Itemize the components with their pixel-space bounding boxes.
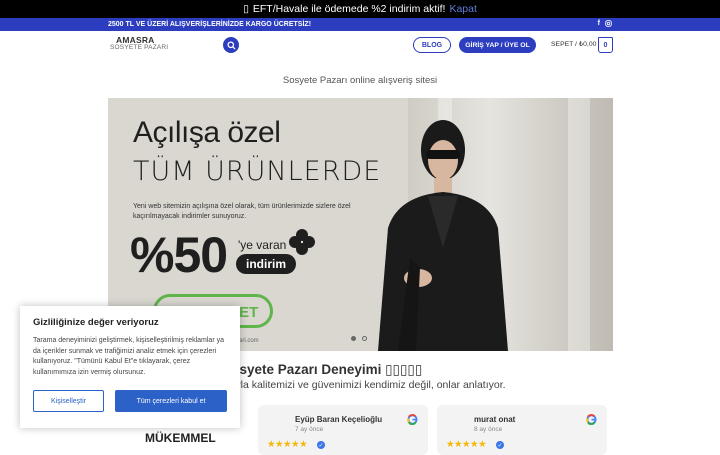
hero-ye-varan: 'ye varan <box>238 238 287 252</box>
cookie-customize-button[interactable]: Kişiselleştir <box>33 390 104 412</box>
verified-icon: ✓ <box>317 441 325 449</box>
cookie-accept-all-button[interactable]: Tüm çerezleri kabul et <box>115 390 227 412</box>
slider-dots <box>351 336 367 341</box>
search-icon <box>226 40 236 50</box>
logo-line2: SOSYETE PAZARI <box>110 44 169 51</box>
cookie-consent-dialog: Gizliliğinize değer veriyoruz Tarama den… <box>20 306 240 428</box>
google-icon <box>586 414 597 425</box>
google-icon <box>407 414 418 425</box>
verified-icon: ✓ <box>496 441 504 449</box>
social-links: f <box>598 20 612 29</box>
hero-model-image <box>378 120 508 351</box>
login-button[interactable]: GİRİŞ YAP / ÜYE OL <box>459 37 536 53</box>
blog-button[interactable]: BLOG <box>413 37 451 53</box>
review-stars: ★★★★★ <box>267 439 308 450</box>
hero-column-decor <box>568 98 590 351</box>
cart-total[interactable]: SEPET / ₺0,00 <box>551 40 596 48</box>
review-date: 8 ay önce <box>474 426 503 433</box>
hero-indirim-badge: indirim <box>236 254 296 274</box>
cart-count-badge[interactable]: 0 <box>598 37 613 53</box>
promo-text: 2500 TL VE ÜZERİ ALIŞVERİŞLERİNİZDE KARG… <box>108 21 312 28</box>
review-stars: ★★★★★ <box>446 439 487 450</box>
review-card: murat onat 8 ay önce ★★★★★ ✓ <box>437 405 607 455</box>
notice-close-link[interactable]: Kapat <box>449 3 476 15</box>
search-button[interactable] <box>223 37 239 53</box>
review-card: Eyüp Baran Keçelioğlu 7 ay önce ★★★★★ ✓ <box>258 405 428 455</box>
slider-dot[interactable] <box>351 336 356 341</box>
notice-icon: ▯ <box>243 3 249 15</box>
hero-discount-percent: %50 <box>130 227 228 283</box>
hero-headline: Açılışa özel <box>133 116 281 149</box>
hero-subheadline: TÜM ÜRÜNLERDE <box>133 156 382 187</box>
site-tagline: Sosyete Pazarı online alışveriş sitesi <box>282 75 438 86</box>
overall-rating-label: MÜKEMMEL <box>145 431 216 445</box>
emoji-boxes: ▯▯▯▯▯ <box>385 362 423 377</box>
clover-icon <box>289 229 315 255</box>
instagram-icon[interactable] <box>605 20 612 29</box>
review-date: 7 ay önce <box>295 426 324 433</box>
slider-dot[interactable] <box>362 336 367 341</box>
cookie-title: Gizliliğinize değer veriyoruz <box>33 317 159 328</box>
promo-bar: 2500 TL VE ÜZERİ ALIŞVERİŞLERİNİZDE KARG… <box>0 18 720 31</box>
site-header: AMASRA SOSYETE PAZARI BLOG GİRİŞ YAP / Ü… <box>0 31 720 61</box>
cookie-body: Tarama deneyiminizi geliştirmek, kişisel… <box>33 337 224 376</box>
notice-bar: ▯ EFT/Havale ile ödemede %2 indirim akti… <box>0 0 720 18</box>
reviewer-name: murat onat <box>474 415 516 424</box>
site-logo[interactable]: AMASRA SOSYETE PAZARI <box>110 35 168 51</box>
facebook-icon[interactable]: f <box>598 20 600 29</box>
hero-description: Yeni web sitemizin açılışına özel olarak… <box>133 203 351 220</box>
notice-text: EFT/Havale ile ödemede %2 indirim aktif! <box>252 3 446 15</box>
reviewer-name: Eyüp Baran Keçelioğlu <box>295 415 383 424</box>
